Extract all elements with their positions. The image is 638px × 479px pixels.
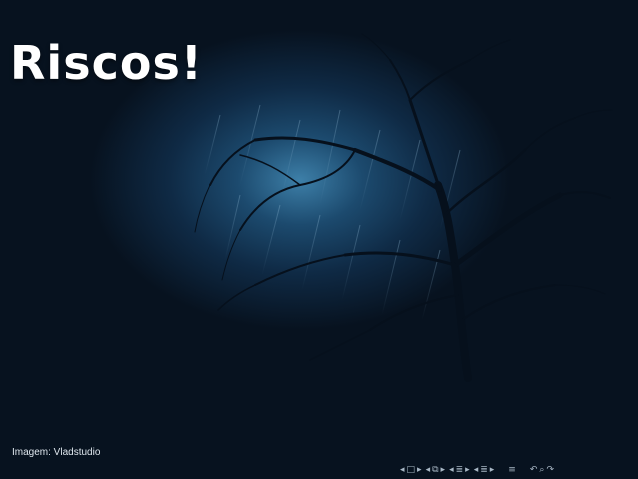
- previous-frame-arrow-icon[interactable]: ◂: [400, 465, 405, 475]
- history-nav: ↶ ⌕ ↷: [530, 465, 554, 475]
- next-frame-arrow-icon[interactable]: ▸: [417, 465, 422, 475]
- beamer-navigation-bar: ◂ □ ▸ ◂ ⧉ ▸ ◂ ≣ ▸ ◂ ≣ ▸ ≡ ↶ ⌕ ↷: [400, 463, 632, 477]
- goto-icon[interactable]: ≡: [508, 465, 516, 475]
- search-icon[interactable]: ⌕: [539, 465, 544, 475]
- section-icon[interactable]: ≣: [456, 465, 464, 475]
- image-credit-caption: Imagem: Vladstudio: [12, 447, 101, 458]
- frame-nav: ◂ □ ▸: [400, 465, 422, 475]
- document-nav: ◂ ≣ ▸: [474, 465, 495, 475]
- subsection-nav: ◂ ⧉ ▸: [426, 465, 446, 475]
- back-icon[interactable]: ↶: [530, 465, 538, 475]
- frame-icon[interactable]: □: [407, 465, 416, 475]
- forward-icon[interactable]: ↷: [546, 465, 554, 475]
- previous-section-arrow-icon[interactable]: ◂: [449, 465, 454, 475]
- previous-document-arrow-icon[interactable]: ◂: [474, 465, 479, 475]
- previous-subsection-arrow-icon[interactable]: ◂: [426, 465, 431, 475]
- subsection-icon[interactable]: ⧉: [432, 465, 438, 475]
- next-subsection-arrow-icon[interactable]: ▸: [441, 465, 446, 475]
- slide-title: Riscos!: [10, 36, 203, 90]
- document-icon[interactable]: ≣: [480, 465, 488, 475]
- next-document-arrow-icon[interactable]: ▸: [490, 465, 495, 475]
- section-nav: ◂ ≣ ▸: [449, 465, 470, 475]
- slide: Riscos! Imagem: Vladstudio ◂ □ ▸ ◂ ⧉ ▸ ◂…: [0, 0, 638, 479]
- next-section-arrow-icon[interactable]: ▸: [465, 465, 470, 475]
